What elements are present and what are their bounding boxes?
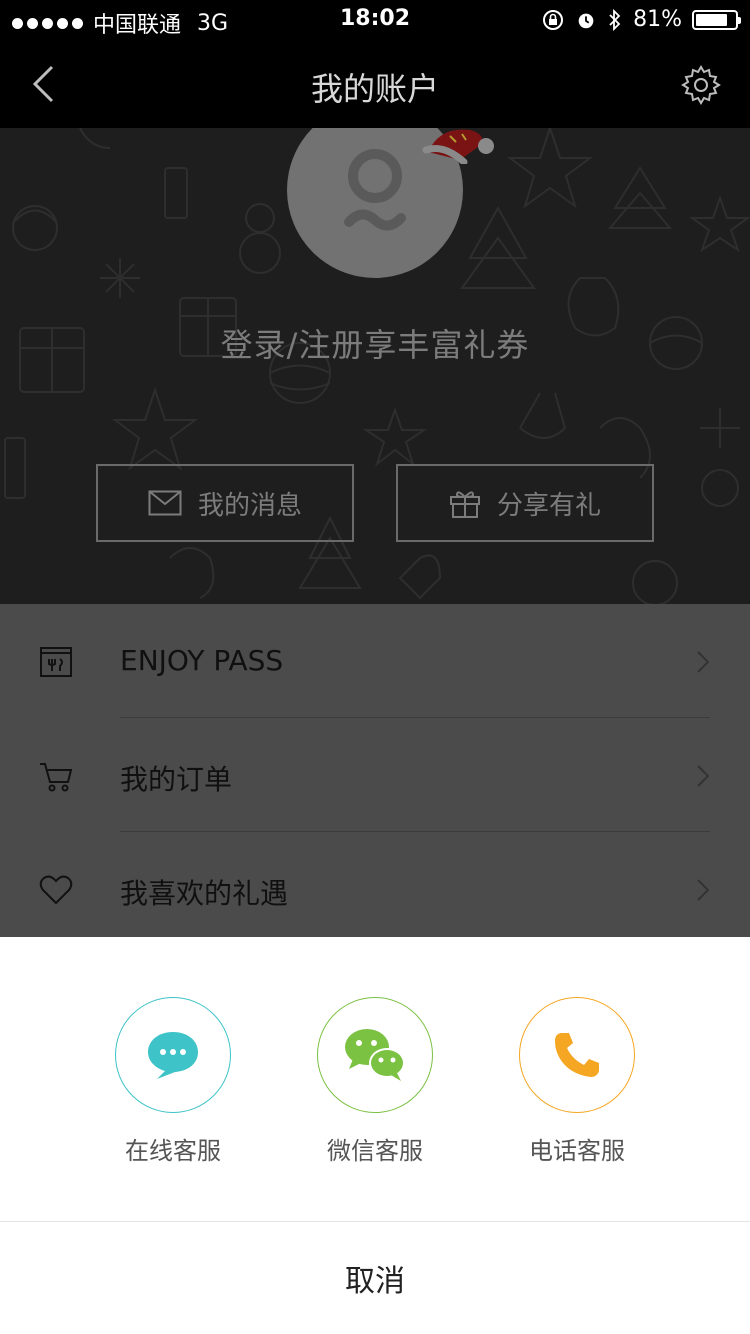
share-gift-label: 分享有礼 [496,490,601,521]
phone-icon [555,1033,599,1077]
phone-service-option[interactable]: 电话客服 [519,997,635,1166]
pass-icon [40,647,72,677]
menu-item-favorites[interactable]: 我喜欢的礼遇 [0,832,750,946]
chat-bubble-icon [148,1032,198,1079]
chevron-right-icon [697,765,710,787]
my-messages-label: 我的消息 [197,490,302,521]
menu-label-favorites: 我喜欢的礼遇 [120,877,289,910]
nav-bar: 我的账户 [0,40,750,128]
battery-icon [692,9,741,30]
login-register-link[interactable]: 登录/注册享丰富礼券 [0,320,750,366]
online-service-circle[interactable] [115,997,231,1113]
cart-icon [40,763,73,792]
phone-service-label: 电话客服 [529,1137,625,1165]
heart-icon [39,875,73,905]
battery-percent: 81% [633,7,682,32]
menu-item-enjoy-pass[interactable]: ENJOY PASS [0,604,750,718]
envelope-icon [148,490,182,516]
customer-service-sheet: 在线客服 微信客服 电话客服 取消 [0,937,750,1334]
my-messages-button[interactable]: 我的消息 [96,464,354,542]
phone-service-circle[interactable] [519,997,635,1113]
alarm-icon [578,13,594,28]
cancel-button[interactable]: 取消 [0,1222,750,1334]
share-gift-button[interactable]: 分享有礼 [396,464,654,542]
rotation-lock-icon [543,9,564,30]
menu-label-orders: 我的订单 [120,763,233,796]
status-right: 81% [541,7,741,32]
battery-fill [696,13,727,26]
wechat-service-option[interactable]: 微信客服 [317,997,433,1166]
online-service-label: 在线客服 [125,1137,221,1165]
chevron-right-icon [697,879,710,901]
wechat-service-label: 微信客服 [327,1137,423,1165]
gift-icon [449,491,480,518]
wechat-service-circle[interactable] [317,997,433,1113]
wechat-icon [345,1029,405,1081]
santa-hat-icon [422,129,494,164]
status-bar: 中国联通 3G 18:02 81% [0,0,750,40]
bluetooth-icon [609,8,621,31]
online-service-option[interactable]: 在线客服 [115,997,231,1166]
page-title: 我的账户 [310,70,439,108]
menu-label-enjoy-pass: ENJOY PASS [120,644,284,677]
account-menu: ENJOY PASS 我的订单 我喜欢的礼遇 [0,604,750,937]
chevron-right-icon [697,651,710,673]
account-header: 登录/注册享丰富礼券 我的消息 分享有礼 [0,128,750,604]
gear-icon[interactable] [680,64,722,106]
menu-item-orders[interactable]: 我的订单 [0,718,750,832]
